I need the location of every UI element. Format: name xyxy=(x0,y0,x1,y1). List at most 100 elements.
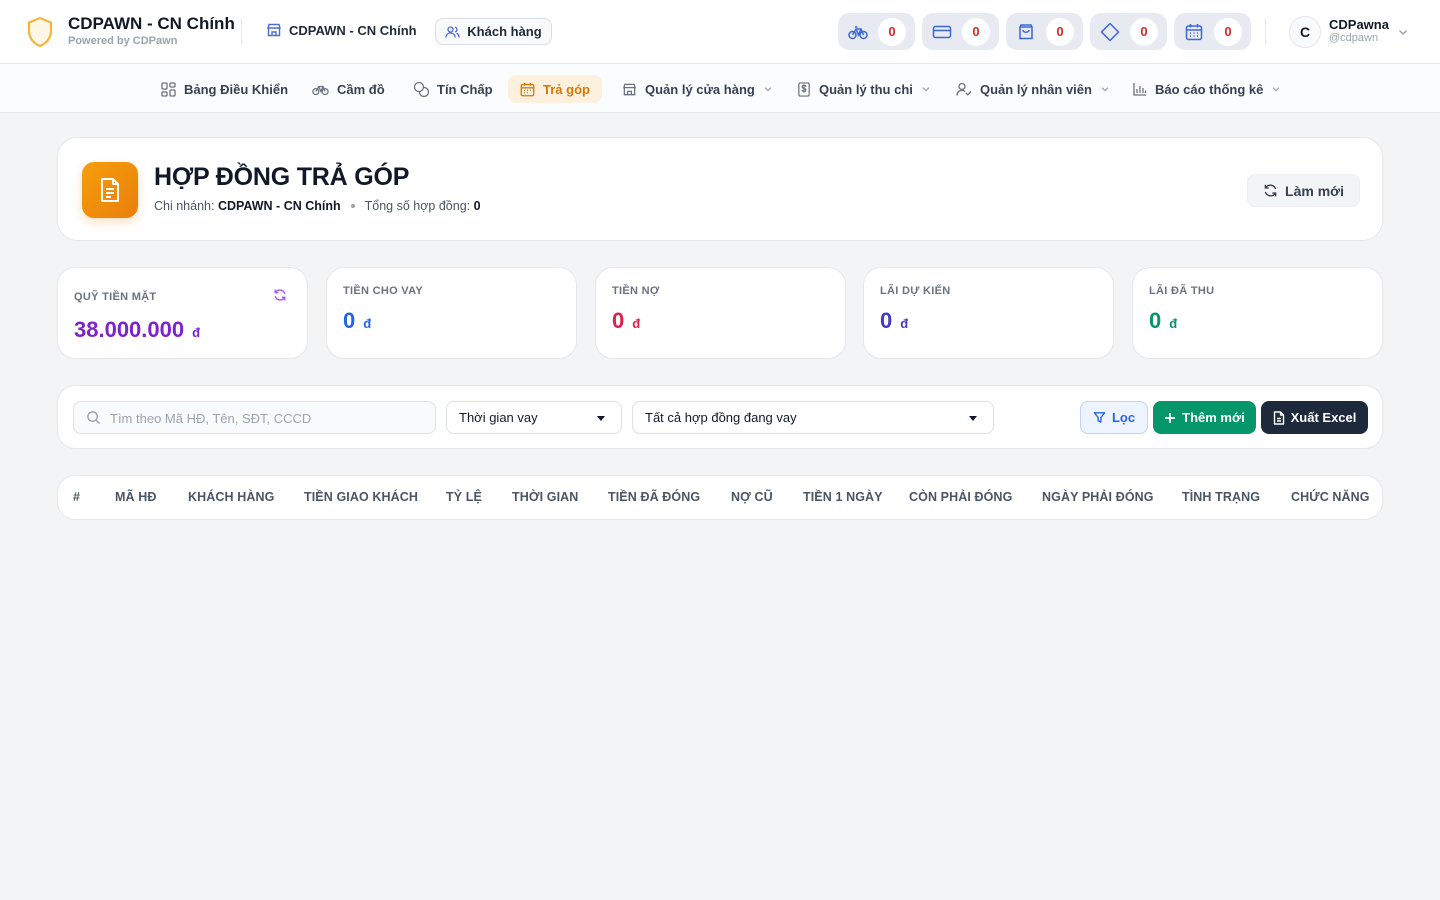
calendar-icon xyxy=(1174,23,1214,41)
column-header[interactable]: CHỨC NĂNG xyxy=(1291,490,1370,504)
counter-value: 0 xyxy=(1214,17,1242,46)
refresh-button-label: Làm mới xyxy=(1285,182,1344,199)
chevron-down-icon xyxy=(921,84,931,94)
column-header[interactable]: NỢ CŨ xyxy=(731,490,773,504)
diamond-icon xyxy=(1090,22,1130,42)
column-header[interactable]: TIỀN GIAO KHÁCH xyxy=(304,490,418,504)
counter-calendar[interactable]: 0 xyxy=(1174,13,1251,50)
nav-item-income-expense[interactable]: Quản lý thu chi xyxy=(797,75,931,103)
add-new-button[interactable]: Thêm mới xyxy=(1153,401,1256,434)
divider xyxy=(241,18,242,44)
counter-bag[interactable]: 0 xyxy=(1006,13,1083,50)
search-box xyxy=(73,401,436,434)
stat-card-collected-interest: LÃI ĐÃ THU 0 đ xyxy=(1132,267,1383,359)
select-value: Thời gian vay xyxy=(459,410,538,425)
column-header[interactable]: NGÀY PHẢI ĐÓNG xyxy=(1042,490,1154,504)
user-handle: @cdpawn xyxy=(1329,32,1379,44)
contract-status-select[interactable]: Tất cả hợp đồng đang vay xyxy=(632,401,994,434)
refresh-button[interactable]: Làm mới xyxy=(1247,174,1360,207)
filter-button-label: Lọc xyxy=(1111,410,1136,425)
stat-amount: 0 xyxy=(1149,308,1162,333)
counter-value: 0 xyxy=(962,17,990,46)
bicycle-icon xyxy=(312,82,329,96)
counter-card[interactable]: 0 xyxy=(922,13,999,50)
nav-item-label: Quản lý nhân viên xyxy=(980,81,1092,97)
loan-time-select[interactable]: Thời gian vay xyxy=(446,401,622,434)
grid-icon xyxy=(161,81,176,97)
column-header[interactable]: THỜI GIAN xyxy=(512,490,578,504)
stat-value: 0 đ xyxy=(880,308,908,334)
nav-item-reports[interactable]: Báo cáo thống kê xyxy=(1133,75,1281,103)
branch-meta-value: CDPAWN - CN Chính xyxy=(217,199,341,213)
page-meta: Chi nhánh: CDPAWN - CN Chính Tổng số hợp… xyxy=(154,199,481,213)
customers-button[interactable]: Khách hàng xyxy=(435,18,552,45)
export-excel-button[interactable]: Xuất Excel xyxy=(1261,401,1368,434)
main-nav: Bảng Điều Khiển Cầm đồ Tín Chấp Trả góp … xyxy=(0,64,1440,113)
column-header[interactable]: CÒN PHẢI ĐÓNG xyxy=(909,490,1012,504)
chevron-down-icon xyxy=(1271,84,1281,94)
currency-symbol: đ xyxy=(363,316,372,331)
counter-bicycle[interactable]: 0 xyxy=(838,13,915,50)
stat-card-expected-interest: LÃI DỰ KIẾN 0 đ xyxy=(863,267,1114,359)
nav-item-pawn[interactable]: Cầm đồ xyxy=(312,75,385,103)
stat-value: 38.000.000 đ xyxy=(74,317,200,343)
column-header[interactable]: TIỀN ĐÃ ĐÓNG xyxy=(608,490,700,504)
currency-symbol: đ xyxy=(900,316,909,331)
plus-icon xyxy=(1164,412,1176,424)
column-header[interactable]: # xyxy=(73,490,80,504)
caret-down-icon xyxy=(969,416,977,421)
brand-subtitle: Powered by CDPawn xyxy=(68,35,178,47)
nav-item-store[interactable]: Quản lý cửa hàng xyxy=(622,75,773,103)
contracts-table: # MÃ HĐ KHÁCH HÀNG TIỀN GIAO KHÁCH TỶ LỆ… xyxy=(57,475,1383,520)
nav-item-staff[interactable]: Quản lý nhân viên xyxy=(956,75,1110,103)
column-header[interactable]: TỶ LỆ xyxy=(446,490,482,504)
column-header[interactable]: TIỀN 1 NGÀY xyxy=(803,490,883,504)
user-name: CDPawna xyxy=(1329,17,1389,32)
stat-value: 0 đ xyxy=(612,308,640,334)
nav-item-dashboard[interactable]: Bảng Điều Khiển xyxy=(161,75,288,103)
branch-label: CDPAWN - CN Chính xyxy=(289,22,417,38)
chevron-down-icon xyxy=(1100,84,1110,94)
shopping-bag-icon xyxy=(1006,23,1046,41)
stat-label: QUỸ TIỀN MẶT xyxy=(74,291,157,303)
stat-amount: 0 xyxy=(343,308,356,333)
store-icon xyxy=(266,22,282,38)
stat-label: TIỀN CHO VAY xyxy=(343,285,424,297)
stat-card-cash: QUỸ TIỀN MẶT 38.000.000 đ xyxy=(57,267,308,359)
coins-icon xyxy=(413,81,429,97)
user-check-icon xyxy=(956,82,972,97)
branch-meta-label: Chi nhánh: xyxy=(154,199,215,213)
funnel-icon xyxy=(1093,411,1106,424)
avatar[interactable]: C xyxy=(1289,16,1321,48)
bar-chart-icon xyxy=(1133,82,1147,96)
nav-item-installment[interactable]: Trả góp xyxy=(508,75,602,103)
select-value: Tất cả hợp đồng đang vay xyxy=(645,410,797,425)
nav-item-label: Cầm đồ xyxy=(337,81,385,97)
search-icon xyxy=(86,410,101,425)
column-header[interactable]: KHÁCH HÀNG xyxy=(188,490,274,504)
add-new-button-label: Thêm mới xyxy=(1182,410,1245,425)
credit-card-icon xyxy=(922,24,962,40)
stat-value: 0 đ xyxy=(343,308,371,334)
search-input[interactable] xyxy=(110,403,430,433)
nav-item-label: Quản lý cửa hàng xyxy=(645,81,755,97)
caret-down-icon xyxy=(597,416,605,421)
sync-icon[interactable] xyxy=(273,288,287,302)
counter-diamond[interactable]: 0 xyxy=(1090,13,1167,50)
export-excel-button-label: Xuất Excel xyxy=(1290,410,1357,425)
currency-symbol: đ xyxy=(632,316,641,331)
stat-label: LÃI ĐÃ THU xyxy=(1149,285,1215,297)
customers-button-label: Khách hàng xyxy=(467,24,542,39)
nav-item-label: Bảng Điều Khiển xyxy=(184,81,289,97)
bicycle-icon xyxy=(838,24,878,40)
nav-item-credit[interactable]: Tín Chấp xyxy=(413,75,493,103)
column-header[interactable]: MÃ HĐ xyxy=(115,490,156,504)
users-icon xyxy=(445,25,460,39)
column-header[interactable]: TÌNH TRẠNG xyxy=(1182,490,1260,504)
chevron-down-icon[interactable] xyxy=(1397,26,1409,38)
filter-button[interactable]: Lọc xyxy=(1080,401,1148,434)
branch-selector[interactable]: CDPAWN - CN Chính xyxy=(266,22,417,38)
page-title: HỢP ĐỒNG TRẢ GÓP xyxy=(154,163,410,191)
stat-label: LÃI DỰ KIẾN xyxy=(880,285,951,297)
nav-item-label: Tín Chấp xyxy=(437,81,493,97)
